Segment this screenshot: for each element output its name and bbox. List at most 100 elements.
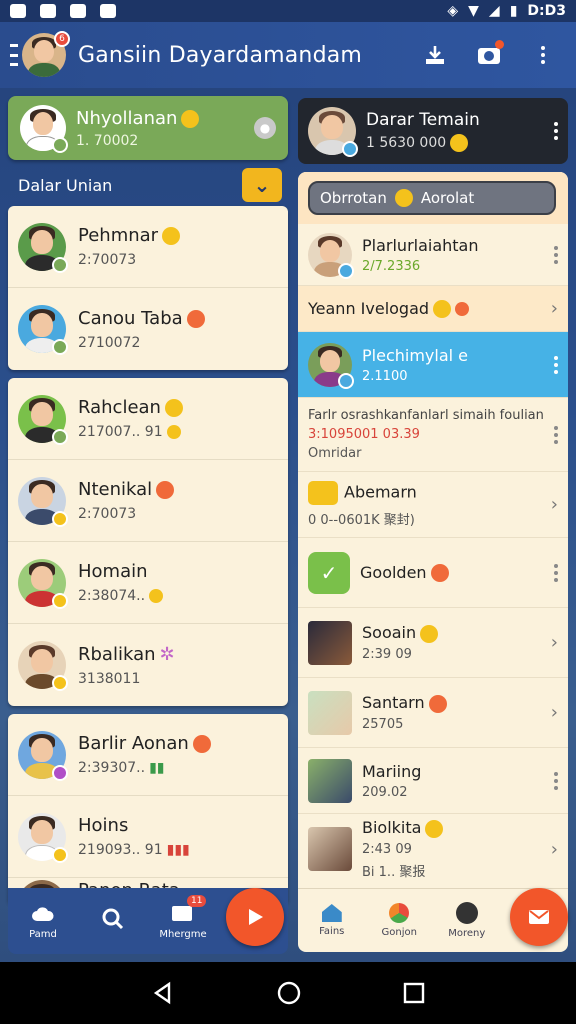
- chevron-right-icon[interactable]: ›: [551, 839, 558, 860]
- list-item[interactable]: Mariing 209.02: [298, 748, 568, 814]
- chevron-down-icon: ⌄: [253, 173, 271, 197]
- messages-badge: 11: [187, 894, 207, 907]
- back-icon[interactable]: [151, 981, 175, 1005]
- avatar-badge: 6: [54, 31, 70, 47]
- wifi-icon: ▼: [468, 3, 479, 19]
- list-item[interactable]: Rbalikan ✲ 3138011: [8, 624, 288, 706]
- conversation-name: Darar Temain: [366, 110, 480, 130]
- folder-icon: [308, 481, 338, 505]
- list-item[interactable]: Yeann Ivelogad ›: [298, 286, 568, 332]
- tab-messages[interactable]: 11 Mhergme: [148, 894, 218, 940]
- sticker-icon: ▮▮: [149, 760, 165, 776]
- status-dot-icon[interactable]: ●: [254, 117, 276, 139]
- chevron-right-icon[interactable]: ›: [551, 494, 558, 515]
- list-item[interactable]: Canou Taba 2710072: [8, 288, 288, 370]
- overflow-menu-icon[interactable]: [554, 771, 558, 790]
- smile-icon: [394, 189, 413, 207]
- avatar: [20, 105, 68, 153]
- smile-icon: [149, 589, 164, 603]
- thumbnail: [308, 620, 352, 665]
- overflow-menu-icon[interactable]: [554, 245, 558, 264]
- conversation-panel: Obrrotan Aorolat Plarlurlaiahtan 2/7.2336…: [298, 172, 568, 888]
- search-icon: [102, 908, 124, 930]
- avatar: [18, 812, 68, 863]
- list-item[interactable]: Ntenikal 2:70073: [8, 460, 288, 542]
- section-header: Dalar Unian ⌄: [8, 164, 288, 206]
- battery-icon: ▮: [509, 3, 518, 19]
- cloud-icon: [32, 906, 54, 921]
- camera-badge: [495, 40, 504, 49]
- contact-sub: 1. 70002: [76, 132, 139, 149]
- avatar: [18, 305, 68, 355]
- smile-icon: [433, 300, 452, 319]
- conversation-sub: 1 5630 000: [366, 134, 554, 152]
- expand-button[interactable]: ⌄: [242, 168, 282, 202]
- avatar: [18, 222, 68, 273]
- list-item[interactable]: Biolkita 2:43 09 Bi 1.. 聚报 ›: [298, 814, 568, 884]
- tab-fains[interactable]: Fains: [298, 904, 366, 937]
- smile-icon: [425, 819, 444, 838]
- app-bar: 6 Gansiin Dayardamandam: [0, 22, 576, 88]
- search-input[interactable]: Obrrotan Aorolat: [308, 181, 556, 215]
- avatar: [308, 107, 358, 157]
- recents-icon[interactable]: [403, 982, 425, 1004]
- list-item[interactable]: Farlr osrashkanfanlarl simaih foulian 3:…: [298, 398, 568, 472]
- status-bar: ◈ ▼ ◢ ▮ D:D3: [0, 0, 576, 22]
- smile-icon: [420, 624, 439, 643]
- right-pane: Darar Temain 1 5630 000: [298, 98, 568, 164]
- image-icon: [40, 4, 56, 18]
- home-nav-icon[interactable]: [276, 980, 302, 1006]
- avatar: [18, 394, 68, 445]
- compose-button[interactable]: [510, 888, 568, 946]
- sticker-icon: [455, 302, 470, 317]
- list-item-selected[interactable]: Plechimylal e 2.1100: [298, 332, 568, 398]
- contact-group: Rahclean 217007.. 91 Ntenikal 2:70073 Homa…: [8, 378, 288, 706]
- thumbnail: [308, 758, 352, 803]
- download-button[interactable]: [420, 40, 450, 70]
- menu-icon[interactable]: [10, 44, 18, 66]
- avatar: [18, 476, 68, 527]
- tab-moreny[interactable]: Moreny: [433, 902, 501, 939]
- list-item[interactable]: Pehmnar 2:70073: [8, 206, 288, 288]
- overflow-menu-icon[interactable]: [554, 122, 558, 140]
- list-item[interactable]: Hoins 219093.. 91 ▮▮▮: [8, 796, 288, 878]
- list-item[interactable]: ✓ Goolden: [298, 538, 568, 608]
- smile-icon: [156, 481, 175, 499]
- chevron-right-icon[interactable]: ›: [551, 702, 558, 723]
- overflow-menu-icon[interactable]: [554, 563, 558, 582]
- message-icon: [70, 4, 86, 18]
- overflow-menu-icon[interactable]: [554, 425, 558, 444]
- tab-search[interactable]: [78, 907, 148, 935]
- gallery-icon: [10, 4, 26, 18]
- overflow-menu-icon[interactable]: [554, 355, 558, 374]
- list-item[interactable]: Abemarn 0 0--0601K 聚封) ›: [298, 472, 568, 538]
- highlight-contact[interactable]: Nhyollanan 1. 70002 ●: [8, 96, 288, 160]
- smile-icon: [186, 309, 205, 328]
- thumbnail: [308, 690, 352, 735]
- app-title: Gansiin Dayardamandam: [78, 42, 363, 68]
- smile-icon: [192, 735, 211, 753]
- list-item[interactable]: Sooain 2:39 09 ›: [298, 608, 568, 678]
- profile-avatar[interactable]: 6: [22, 31, 70, 77]
- active-conversation-card[interactable]: Darar Temain 1 5630 000: [298, 98, 568, 164]
- chevron-right-icon[interactable]: ›: [551, 298, 558, 319]
- avatar: [18, 641, 68, 691]
- check-icon: ✓: [308, 551, 350, 594]
- camera-button[interactable]: [474, 40, 504, 70]
- thumbnail: [308, 827, 352, 871]
- avatar: [18, 558, 68, 609]
- status-time: D:D3: [527, 3, 566, 19]
- overflow-menu-icon[interactable]: [528, 40, 558, 70]
- list-item[interactable]: Homain 2:38074..: [8, 542, 288, 624]
- tab-home[interactable]: Pamd: [8, 903, 78, 940]
- list-item[interactable]: Rahclean 217007.. 91: [8, 378, 288, 460]
- play-icon: [249, 909, 263, 925]
- chevron-right-icon[interactable]: ›: [551, 632, 558, 653]
- smile-icon: [162, 227, 181, 245]
- list-item[interactable]: Plarlurlaiahtan 2/7.2336: [298, 224, 568, 286]
- send-button[interactable]: [226, 888, 284, 946]
- tab-gonjon[interactable]: Gonjon: [366, 903, 434, 938]
- list-item[interactable]: Barlir Aonan 2:39307.. ▮▮: [8, 714, 288, 796]
- palette-icon: [389, 903, 410, 923]
- list-item[interactable]: Santarn 25705 ›: [298, 678, 568, 748]
